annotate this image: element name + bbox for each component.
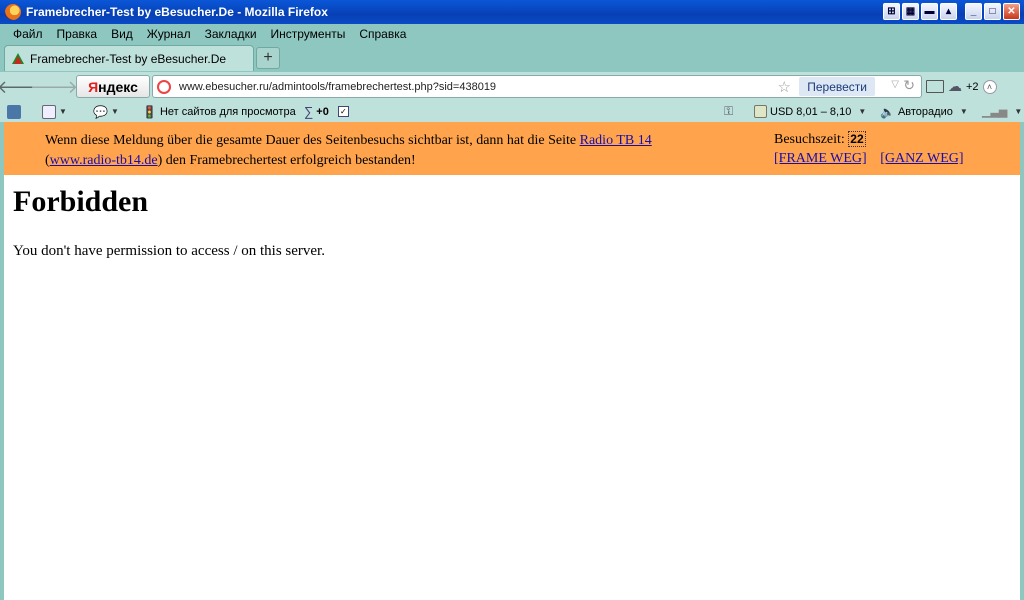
currency-widget[interactable]: USD 8,01 – 8,10 ▼ xyxy=(754,105,866,118)
radio-station: Авторадио xyxy=(897,105,953,118)
sum-counter[interactable]: ∑ +0 ✓ xyxy=(304,104,349,119)
nav-extensions: ☁ +2 ˄ xyxy=(926,78,997,95)
screenshot-icon xyxy=(42,104,56,119)
window-frame-right xyxy=(1020,122,1024,600)
banner-links: [FRAME WEG] [GANZ WEG] xyxy=(774,151,974,167)
mail-icon[interactable] xyxy=(926,80,944,93)
menu-item-bookmarks[interactable]: Закладки xyxy=(205,27,257,41)
timer-value: 22 xyxy=(848,131,866,147)
navigation-bar: 🡐 🡒 Яндекс www.ebesucher.ru/admintools/f… xyxy=(0,71,1024,101)
speech-bubble-icon: 💬 xyxy=(93,104,108,119)
vk-icon xyxy=(7,104,21,119)
window-title-bar[interactable]: Framebrecher-Test by eBesucher.De - Mozi… xyxy=(0,0,1024,24)
chart-icon xyxy=(754,105,767,118)
new-tab-button[interactable]: + xyxy=(256,47,280,69)
minimize-button[interactable]: _ xyxy=(965,3,982,20)
timer-label: Besuchszeit: xyxy=(774,132,849,147)
window-buttons: ⊞ ▦ ▬ ▴ _ □ ✕ xyxy=(883,3,1020,20)
yandex-toolbar: ▼ 💬 ▼ 🚦 Нет сайтов для просмотра ∑ +0 ✓ … xyxy=(0,101,1024,122)
extra-window-icon-2[interactable]: ▦ xyxy=(902,3,919,20)
extra-count[interactable]: +2 xyxy=(966,81,979,93)
dropdown-arrow-icon: ▼ xyxy=(959,107,968,116)
dropdown-arrow-icon: ▼ xyxy=(858,107,867,116)
reload-icon[interactable]: ↻ xyxy=(903,77,915,94)
menu-item-view[interactable]: Вид xyxy=(111,27,133,41)
currency-rate: USD 8,01 – 8,10 xyxy=(770,105,852,118)
no-sites-button[interactable]: 🚦 Нет сайтов для просмотра xyxy=(142,105,296,119)
firefox-icon xyxy=(5,4,21,20)
menu-bar: Файл Правка Вид Журнал Закладки Инструме… xyxy=(0,24,1024,43)
menu-item-help[interactable]: Справка xyxy=(359,27,406,41)
radio-url-link[interactable]: www.radio-tb14.de xyxy=(50,153,158,168)
menu-item-tools[interactable]: Инструменты xyxy=(271,27,346,41)
screenshot-button[interactable]: ▼ xyxy=(42,104,67,119)
banner-text-after: ) den Framebrechertest erfolgreich besta… xyxy=(157,153,416,168)
sigma-icon: ∑ xyxy=(304,104,314,119)
signal-bars-icon: ▁▃▅ xyxy=(982,106,1008,118)
sites-icon: 🚦 xyxy=(142,104,157,119)
forward-arrow-icon[interactable]: 🡒 xyxy=(30,76,78,98)
tab-label: Framebrecher-Test by eBesucher.De xyxy=(30,51,227,66)
framebreaker-banner: Wenn diese Meldung über die gesamte Daue… xyxy=(4,122,1020,175)
extra-window-icon-1[interactable]: ⊞ xyxy=(883,3,900,20)
visit-timer: Besuchszeit: 22 xyxy=(774,131,866,148)
radio-link[interactable]: Radio TB 14 xyxy=(580,133,652,148)
ganz-weg-link[interactable]: [GANZ WEG] xyxy=(880,151,963,166)
no-sites-label: Нет сайтов для просмотра xyxy=(159,105,296,118)
menu-item-history[interactable]: Журнал xyxy=(147,27,191,41)
extra-window-icon-3[interactable]: ▬ xyxy=(921,3,938,20)
signal-button[interactable]: ▁▃▅ ▼ xyxy=(982,105,1022,118)
maximize-button[interactable]: □ xyxy=(984,3,1001,20)
checkbox-icon[interactable]: ✓ xyxy=(337,106,349,117)
tab-bar: Framebrecher-Test by eBesucher.De + xyxy=(0,43,1024,71)
dropdown-arrow-icon: ▼ xyxy=(59,107,67,116)
weather-cloud-icon[interactable]: ☁ xyxy=(948,78,962,95)
bookmark-star-icon[interactable]: ☆ xyxy=(778,78,791,96)
key-icon: ⚿ xyxy=(724,104,734,118)
page-heading: Forbidden xyxy=(13,185,149,218)
dropdown-arrow-icon: ▼ xyxy=(1014,107,1023,116)
speaker-icon: 🔈 xyxy=(880,104,895,119)
frame-weg-link[interactable]: [FRAME WEG] xyxy=(774,151,867,166)
window-title: Framebrecher-Test by eBesucher.De - Mozi… xyxy=(26,5,328,19)
menu-item-file[interactable]: Файл xyxy=(13,27,43,41)
dropdown-arrow-icon: ▼ xyxy=(110,107,119,116)
history-dropdown-icon[interactable]: ▽ xyxy=(891,79,899,90)
favicon-icon xyxy=(12,52,24,64)
address-bar[interactable]: www.ebesucher.ru/admintools/framebrecher… xyxy=(152,75,922,98)
vk-button[interactable] xyxy=(7,104,21,119)
page-text: You don't have permission to access / on… xyxy=(13,243,325,259)
window-frame-left xyxy=(0,122,4,600)
yandex-search-button[interactable]: Яндекс xyxy=(76,75,150,98)
key-button[interactable]: ⚿ xyxy=(724,104,733,119)
yandex-logo-rest: ндекс xyxy=(98,78,138,95)
banner-text-before: Wenn diese Meldung über die gesamte Daue… xyxy=(45,133,580,148)
back-arrow-icon[interactable]: 🡐 xyxy=(0,76,45,98)
radio-widget[interactable]: 🔈 Авторадио ▼ xyxy=(880,105,968,119)
yandex-logo-y: Я xyxy=(88,78,99,95)
menu-item-edit[interactable]: Правка xyxy=(57,27,98,41)
close-button[interactable]: ✕ xyxy=(1003,3,1020,20)
comments-button[interactable]: 💬 ▼ xyxy=(93,105,119,119)
page-content: Forbidden You don't have permission to a… xyxy=(4,175,1020,600)
extra-window-icon-4[interactable]: ▴ xyxy=(940,3,957,20)
banner-message: Wenn diese Meldung über die gesamte Daue… xyxy=(45,131,745,171)
address-url: www.ebesucher.ru/admintools/framebrecher… xyxy=(179,80,497,93)
sum-value: +0 xyxy=(316,105,329,118)
translate-button[interactable]: Перевести xyxy=(799,77,875,96)
tab-framebrecher-test[interactable]: Framebrecher-Test by eBesucher.De xyxy=(4,45,254,71)
site-identity-icon[interactable] xyxy=(157,79,171,94)
scroll-up-icon[interactable]: ˄ xyxy=(982,79,997,94)
